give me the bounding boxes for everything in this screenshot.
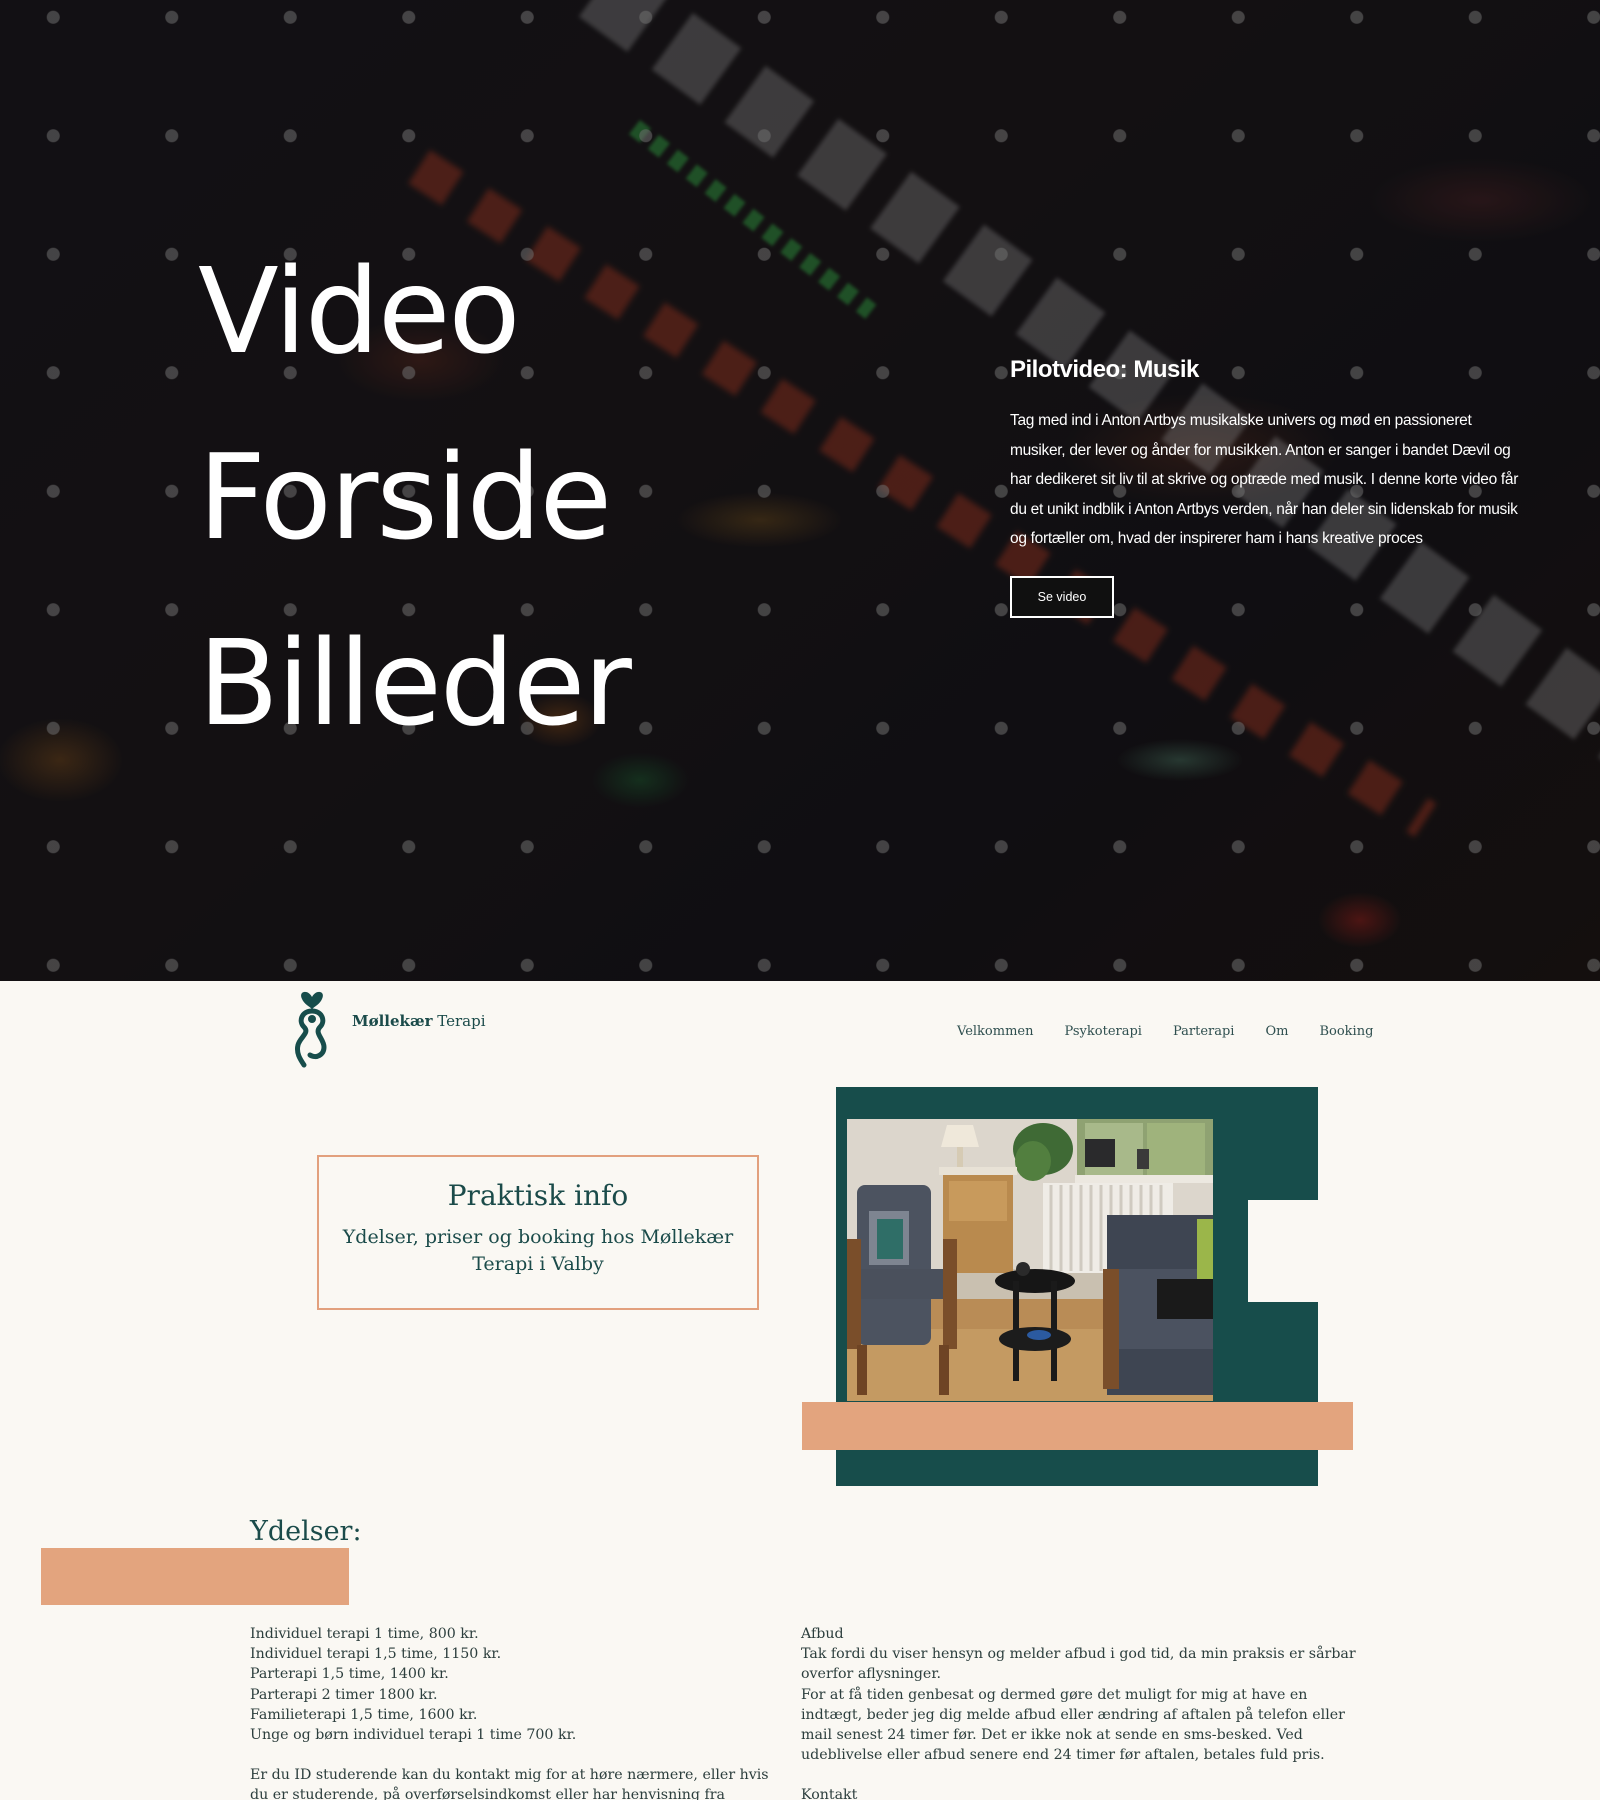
service-item: Unge og børn individuel terapi 1 time 70… [250,1727,577,1744]
contact-heading: Kontakt [801,1787,858,1800]
brand-name-rest: Terapi [437,1012,486,1030]
peach-accent-bar [802,1402,1353,1450]
services-column: Individuel terapi 1 time, 800 kr. Indivi… [250,1624,770,1800]
frame-notch [1248,1200,1320,1302]
page-title: Praktisk info [447,1179,629,1212]
page-subtitle: Ydelser, priser og booking hos Møllekær … [342,1226,734,1275]
student-note: Er du ID studerende kan du kontakt mig f… [250,1767,769,1800]
cancellation-policy: For at få tiden genbesat og dermed gøre … [801,1686,1345,1764]
service-item: Individuel terapi 1 time, 800 kr. [250,1626,479,1642]
video-card-heading: Pilotvideo: Musik [1010,356,1199,383]
service-item: Parterapi 2 timer 1800 kr. [250,1686,438,1703]
hero-title-line: Billeder [198,614,632,752]
brand-name[interactable]: Møllekær Terapi [352,1012,486,1030]
logo-figure-icon[interactable] [288,989,338,1075]
video-card: Pilotvideo: Musik Tag med ind i Anton Ar… [1010,356,1520,618]
praktisk-info-page: Møllekær Terapi Velkommen Psykoterapi Pa… [0,981,1600,1800]
info-box: Praktisk info Ydelser, priser og booking… [317,1155,759,1310]
cancellation-column: Afbud Tak fordi du viser hensyn og melde… [801,1624,1361,1800]
service-item: Familieterapi 1,5 time, 1600 kr. [250,1706,478,1723]
hero-title-line: Video [198,242,521,380]
therapy-room-photo [847,1119,1213,1401]
watch-video-button[interactable]: Se video [1010,575,1114,618]
brand-name-bold: Møllekær [352,1012,433,1030]
nav-item-booking[interactable]: Booking [1319,1024,1373,1039]
main-nav: Velkommen Psykoterapi Parterapi Om Booki… [957,1024,1373,1039]
hero-title: Video Forside Billeder [198,218,632,776]
room-photo-block [800,1087,1356,1487]
nav-item-psykoterapi[interactable]: Psykoterapi [1064,1024,1141,1039]
service-item: Individuel terapi 1,5 time, 1150 kr. [250,1646,502,1663]
nav-item-velkommen[interactable]: Velkommen [957,1024,1033,1039]
services-heading: Ydelser: [250,1516,362,1547]
hero-title-line: Forside [198,428,612,566]
cancellation-text: Tak fordi du viser hensyn og melder afbu… [801,1646,1356,1683]
cancellation-heading: Afbud [801,1626,844,1642]
hero-section: Video Forside Billeder Pilotvideo: Musik… [0,0,1600,981]
video-card-text: Tag med ind i Anton Artbys musikalske un… [1010,412,1519,547]
services-accent-bar [41,1548,349,1605]
nav-item-om[interactable]: Om [1265,1024,1288,1039]
nav-item-parterapi[interactable]: Parterapi [1173,1024,1235,1039]
service-item: Parterapi 1,5 time, 1400 kr. [250,1666,449,1683]
